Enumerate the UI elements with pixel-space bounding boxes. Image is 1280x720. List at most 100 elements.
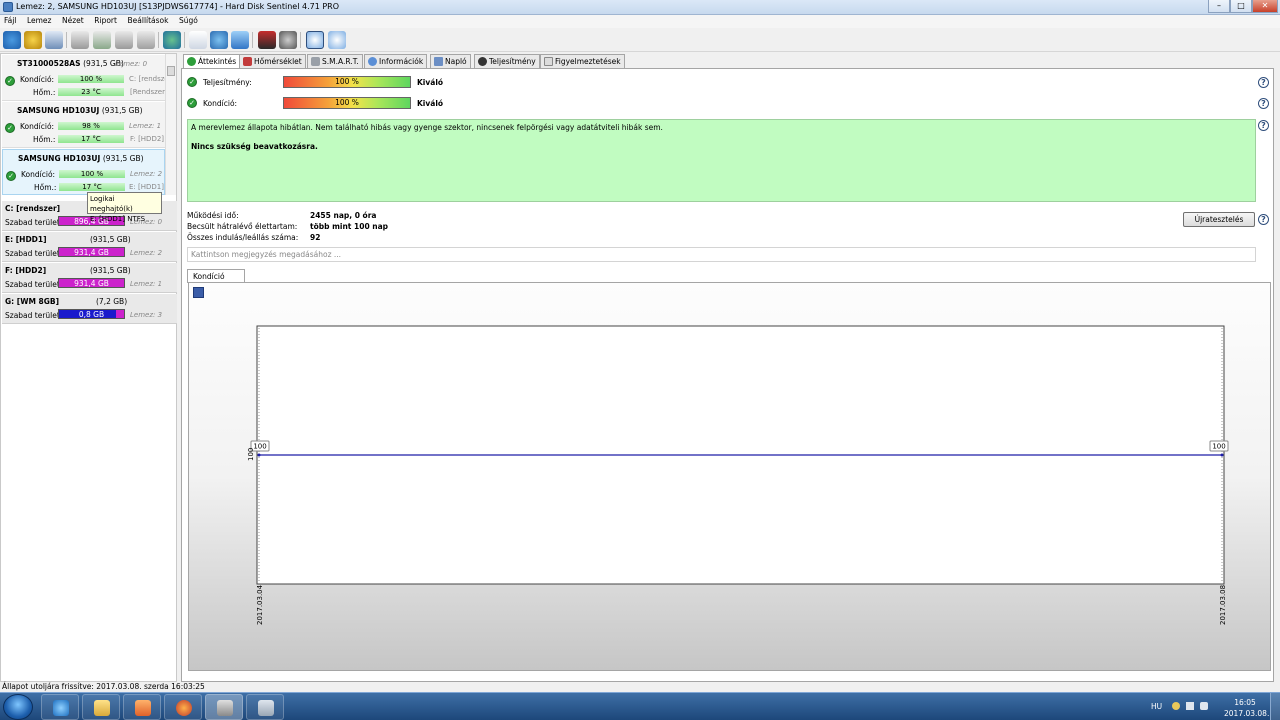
status-message: A merevlemez állapota hibátlan. Nem talá… [191,123,663,132]
tab-alerts[interactable]: Figyelmeztetések [540,54,625,68]
menu-settings[interactable]: Beállítások [124,15,173,25]
tab-condition-chart[interactable]: Kondíció (%) [187,269,245,290]
volume-item[interactable]: F: [HDD2] (931,5 GB) Szabad terület 931,… [2,263,177,293]
condition-bar: 100 % [58,75,124,83]
taskbar-ie[interactable] [41,694,79,720]
taskbar-firefox[interactable] [164,694,202,720]
network-icon[interactable] [1186,702,1194,710]
disk-test-icon[interactable] [93,31,111,49]
free-space-label: Szabad terület [5,218,60,227]
disk-volume: E: [HDD1] [129,183,164,191]
free-space-label: Szabad terület [5,311,60,320]
volume-tooltip: Logikai meghajtó(k) E: [HDD1] NTFS [87,192,162,223]
start-stop-value: 92 [310,233,321,242]
internet-explorer-icon [53,700,69,716]
free-space-bar: 931,4 GB [58,247,125,257]
help-icon[interactable]: ? [1258,77,1269,88]
disk-name: SAMSUNG HD103UJ (931,5 GB) [17,106,143,115]
menu-file[interactable]: Fájl [0,15,20,25]
volume-icon[interactable] [1200,702,1208,710]
condition-label: Kondíció: [203,99,238,108]
x-tick-label: 2017.03.04 [256,584,264,625]
disk-tool-icon[interactable] [71,31,89,49]
help-icon[interactable]: ? [1258,214,1269,225]
document-icon[interactable] [189,31,207,49]
globe-icon[interactable] [163,31,181,49]
volume-disk: Lemez: 3 [130,311,163,319]
condition-label: Kondíció: [21,170,56,179]
taskbar-media-player[interactable] [123,694,161,720]
note-input[interactable]: Kattintson megjegyzés megadásához ... [187,247,1256,262]
disk-item[interactable]: SAMSUNG HD103UJ (931,5 GB) ✓ Kondíció: 9… [2,102,165,148]
settings-icon[interactable] [279,31,297,49]
temperature-label: Hőm.: [34,183,57,192]
taskbar-explorer[interactable] [82,694,120,720]
mail-icon[interactable] [45,31,63,49]
help-icon[interactable]: ? [1258,120,1269,131]
disk-wipe-icon[interactable] [137,31,155,49]
uptime-label: Működési idő: [187,211,239,220]
help-icon[interactable]: ? [1258,98,1269,109]
chart-report-icon[interactable] [258,31,276,49]
condition-chart-panel: 100 100 100 2017.03.04 2017.03.08 [188,282,1271,671]
disk-item[interactable]: ST31000528AS (931,5 GB) Lemez: 0 ✓ Kondí… [2,55,165,101]
notification-icon[interactable] [1172,702,1180,710]
language-indicator[interactable]: HU [1151,702,1162,711]
free-space-bar: 931,4 GB [58,278,125,288]
sync-icon[interactable] [210,31,228,49]
maximize-button[interactable]: □ [1230,0,1252,13]
tab-log[interactable]: Napló [430,54,471,68]
help-icon[interactable] [306,31,324,49]
temperature-bar: 17 °C [58,135,124,143]
disk-item-selected[interactable]: SAMSUNG HD103UJ (931,5 GB) ✓ Kondíció: 1… [2,149,165,195]
advice-message: Nincs szükség beavatkozásra. [191,142,318,151]
app-icon [3,2,13,12]
taskbar: HU 16:05 2017.03.08. [0,692,1280,720]
retest-button[interactable]: Újratesztelés [1183,212,1255,227]
scrollbar-thumb[interactable] [167,66,175,76]
menu-report[interactable]: Riport [90,15,121,25]
thermometer-icon [243,57,252,66]
condition-bar: 100 % [283,97,411,109]
disk-list-scrollbar[interactable] [165,54,176,195]
volume-item[interactable]: E: [HDD1] (931,5 GB) Szabad terület 931,… [2,232,177,262]
refresh-icon[interactable] [3,31,21,49]
taskbar-hdsentinel[interactable] [205,694,243,720]
check-icon: ✓ [187,77,197,87]
disk-list-panel: ST31000528AS (931,5 GB) Lemez: 0 ✓ Kondí… [0,53,177,682]
volume-item[interactable]: G: [WM 8GB] (7,2 GB) Szabad terület 0,8 … [2,294,177,324]
tooltip-line: E: [HDD1] NTFS [90,215,146,223]
check-icon [187,57,196,66]
disk-surface-icon[interactable] [115,31,133,49]
tab-performance[interactable]: Teljesítmény [474,54,540,68]
menu-help[interactable]: Súgó [175,15,202,25]
condition-bar: 98 % [58,122,124,130]
temperature-label: Hőm.: [33,88,56,97]
clock-date[interactable]: 2017.03.08. [1224,709,1269,718]
tool-icon [258,700,274,716]
close-button[interactable]: ✕ [1252,0,1278,13]
volume-name: E: [HDD1] [5,235,47,244]
temperature-label: Hőm.: [33,135,56,144]
warning-icon[interactable] [24,31,42,49]
tab-smart[interactable]: S.M.A.R.T. [307,54,363,68]
firefox-icon [176,700,192,716]
condition-bar: 100 % [59,170,125,178]
data-point [257,453,261,457]
tab-information[interactable]: Információk [364,54,428,68]
clock-time[interactable]: 16:05 [1227,698,1263,707]
backup-icon[interactable] [231,31,249,49]
start-button[interactable] [3,694,33,720]
tab-temperature[interactable]: Hőmérséklet [239,54,306,68]
menu-view[interactable]: Nézet [58,15,88,25]
taskbar-tool[interactable] [246,694,284,720]
alerts-icon [544,57,553,66]
show-desktop-button[interactable] [1270,693,1280,720]
disk-name: ST31000528AS (931,5 GB) [17,59,124,68]
info-icon[interactable] [328,31,346,49]
disk-number: Lemez: 1 [129,122,162,130]
minimize-button[interactable]: – [1208,0,1230,13]
condition-label: Kondíció: [20,75,55,84]
menu-disk[interactable]: Lemez [23,15,56,25]
tab-overview[interactable]: Áttekintés [183,54,241,69]
